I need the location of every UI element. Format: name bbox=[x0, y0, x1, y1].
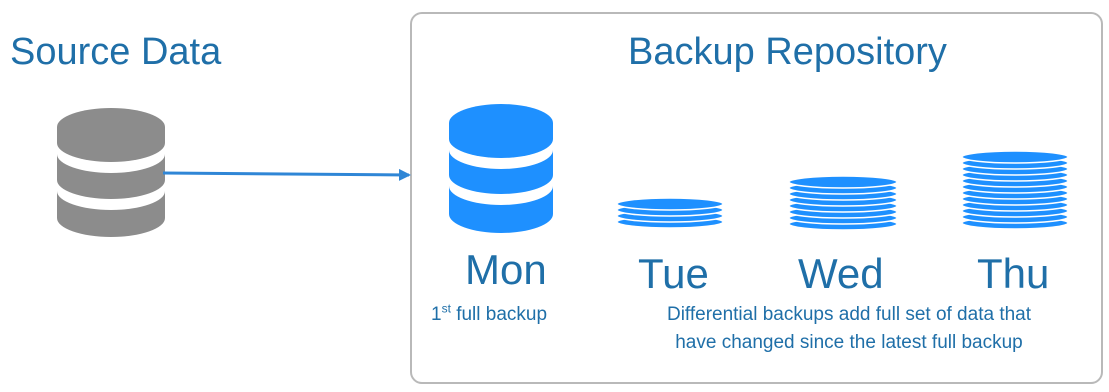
differential-note-line-1: Differential backups add full set of dat… bbox=[666, 304, 1032, 325]
flow-arrow bbox=[162, 168, 411, 181]
differential-backup-note: Differential backups add full set of dat… bbox=[612, 301, 1086, 357]
day-label-monday: Mon bbox=[465, 246, 547, 293]
differential-note-line-2: have changed since the latest full backu… bbox=[675, 332, 1023, 353]
day-label-wednesday: Wed bbox=[798, 250, 884, 297]
monday-database-icon bbox=[449, 104, 553, 233]
day-label-thursday: Thu bbox=[977, 250, 1050, 297]
full-backup-ordinal-suffix: st bbox=[441, 301, 451, 316]
tuesday-disk-stack-icon bbox=[616, 197, 724, 229]
thursday-disk-stack-icon bbox=[961, 150, 1069, 230]
full-backup-note: 1st full backup bbox=[431, 301, 547, 329]
source-database-icon bbox=[57, 108, 165, 237]
full-backup-ordinal: 1 bbox=[431, 304, 442, 325]
day-label-tuesday: Tue bbox=[638, 250, 709, 297]
wednesday-disk-stack-icon bbox=[788, 175, 898, 231]
full-backup-text: full backup bbox=[450, 304, 548, 325]
